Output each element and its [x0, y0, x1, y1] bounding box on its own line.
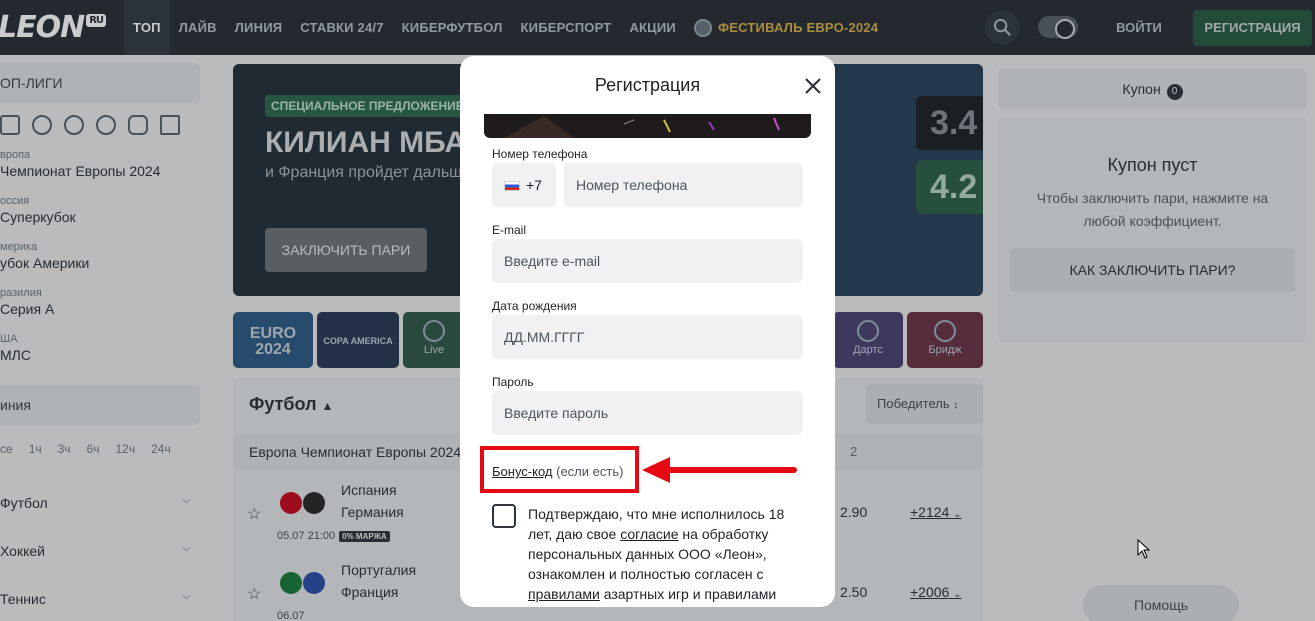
close-icon: [805, 78, 821, 94]
password-label: Пароль: [492, 375, 534, 389]
modal-title: Регистрация: [594, 75, 701, 95]
registration-banner: [484, 114, 811, 138]
bonus-code-highlight: [480, 446, 639, 493]
consent-text: Подтверждаю, что мне исполнилось 18 лет,…: [528, 506, 785, 602]
phone-country-select[interactable]: +7: [492, 163, 556, 207]
birthdate-input[interactable]: [492, 315, 803, 359]
consent-checkbox[interactable]: [492, 504, 516, 528]
password-input[interactable]: [492, 391, 803, 435]
birthdate-field[interactable]: [492, 315, 803, 359]
confetti-art: [504, 116, 780, 138]
consent-link[interactable]: согласие: [620, 526, 678, 542]
email-input[interactable]: [492, 239, 803, 283]
rules-link[interactable]: правилами: [528, 586, 600, 602]
red-arrow-annotation: [642, 457, 797, 483]
phone-input[interactable]: [564, 163, 803, 207]
russia-flag-icon: [504, 181, 520, 192]
phone-field[interactable]: [564, 163, 803, 207]
registration-modal: Регистрация Номер телефона +7 E-mail Дат…: [460, 56, 835, 607]
phone-label: Номер телефона: [492, 147, 588, 161]
close-button[interactable]: [802, 75, 824, 97]
email-field[interactable]: [492, 239, 803, 283]
mouse-cursor-icon: [1137, 539, 1151, 559]
email-label: E-mail: [492, 223, 527, 237]
birthdate-label: Дата рождения: [492, 299, 577, 313]
password-field[interactable]: [492, 391, 803, 435]
